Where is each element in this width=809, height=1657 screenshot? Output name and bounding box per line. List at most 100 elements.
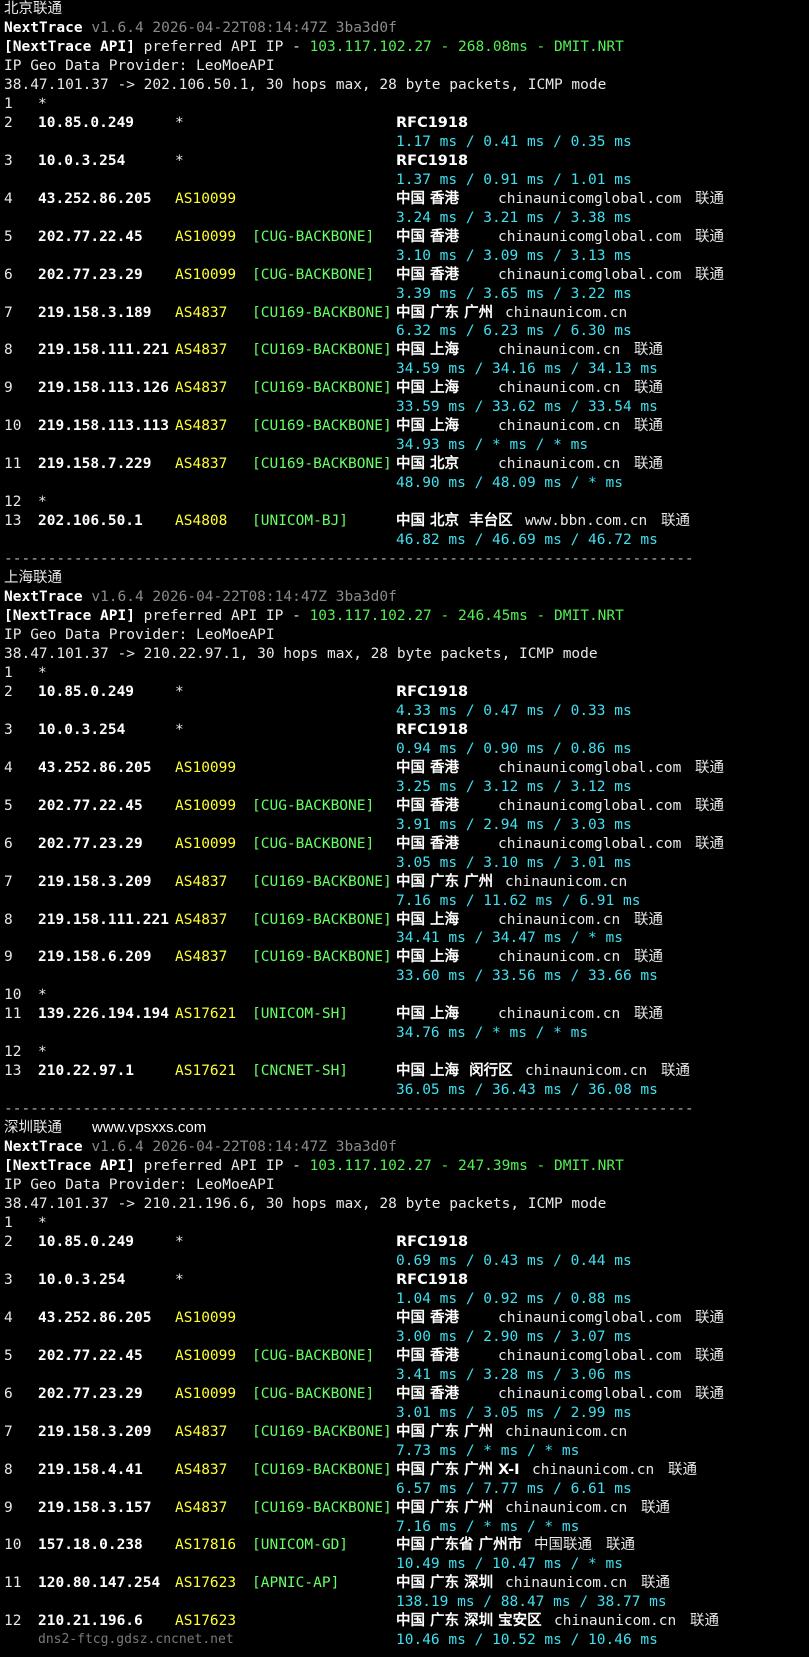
hop-row: 9 219.158.113.126 AS4837 [CU169-BACKBONE] 中国…: [4, 379, 809, 398]
hop-rtt-row: 0.69 ms / 0.43 ms / 0.44 ms: [4, 1252, 809, 1271]
hop-rtt: 34.41 ms / 34.47 ms / * ms: [396, 930, 623, 947]
hop-isp: 联通: [695, 190, 724, 207]
api-prefix: [NextTrace API]: [4, 608, 135, 624]
hop-geo: 中国 香港: [396, 1309, 460, 1326]
hop-domain: chinaunicomglobal.com: [498, 759, 682, 776]
hop-ip: 10.85.0.249: [38, 114, 135, 131]
hop-ip: 120.80.147.254: [38, 1575, 161, 1592]
hop-timeout: *: [38, 1044, 47, 1061]
hop-geo: RFC1918: [396, 1233, 469, 1250]
hop-ip: 10.0.3.254: [38, 721, 126, 738]
hop-geo: 中国 北京: [396, 456, 460, 473]
hop-geo: 中国 上海: [396, 418, 460, 435]
hop-row: 3 10.0.3.254 * RFC1918: [4, 1271, 809, 1290]
hop-number: 5: [4, 1347, 13, 1364]
hop-domain: chinaunicom.cn: [498, 380, 621, 397]
api-sep: -: [527, 608, 555, 624]
route-summary: 38.47.101.37 -> 210.22.97.1, 30 hops max…: [4, 645, 598, 662]
hop-geo: 中国 香港: [396, 266, 460, 283]
hop-geo: 中国 香港: [396, 1385, 460, 1402]
hop-isp: 联通: [695, 228, 724, 245]
hop-rtt-row: 33.59 ms / 33.62 ms / 33.54 ms: [4, 398, 809, 417]
hop-geo: 中国 香港: [396, 797, 460, 814]
hop-number: 1: [4, 664, 13, 681]
hop-number: 7: [4, 304, 13, 321]
hop-number: 12: [4, 1613, 22, 1630]
hop-isp: 联通: [641, 1499, 670, 1516]
hop-rtt-row: 46.82 ms / 46.69 ms / 46.72 ms: [4, 531, 809, 550]
hop-rtt-row: 33.60 ms / 33.56 ms / 33.66 ms: [4, 967, 809, 986]
hop-rtt-row: 1.17 ms / 0.41 ms / 0.35 ms: [4, 133, 809, 152]
api-line: [NextTrace API] preferred API IP - 103.1…: [4, 1157, 809, 1176]
hop-tag: [CU169-BACKBONE]: [252, 1499, 392, 1516]
hop-isp: 联通: [695, 797, 724, 814]
hop-rtt: 33.59 ms / 33.62 ms / 33.54 ms: [396, 399, 658, 416]
hop-row: 8 219.158.111.221 AS4837 [CU169-BACKBONE] 中国…: [4, 911, 809, 930]
hop-rtt-row: 3.25 ms / 3.12 ms / 3.12 ms: [4, 778, 809, 797]
hop-number: 7: [4, 1423, 13, 1440]
hop-domain: chinaunicom.cn: [498, 911, 621, 928]
hop-row: 3 10.0.3.254 * RFC1918: [4, 152, 809, 171]
api-text: preferred API IP -: [134, 38, 310, 55]
hop-ip: 43.252.86.205: [38, 759, 152, 776]
hop-domain: chinaunicom.cn: [498, 418, 621, 435]
hop-number: 3: [4, 721, 13, 738]
hop-rtt-row: 1.37 ms / 0.91 ms / 1.01 ms: [4, 171, 809, 190]
hop-timeout: *: [38, 987, 47, 1004]
hop-number: 1: [4, 95, 13, 112]
hop-asn: AS4837: [175, 911, 228, 928]
hop-row: 4 43.252.86.205 AS10099 中国 香港 chinaunicomglo…: [4, 190, 809, 209]
hop-geo: 中国 广东省 广州市: [396, 1537, 523, 1554]
hop-isp: 联通: [695, 1309, 724, 1326]
hop-asn: *: [175, 683, 184, 700]
hop-rtt: 3.25 ms / 3.12 ms / 3.12 ms: [396, 778, 632, 795]
hop-asn: AS4837: [175, 1499, 228, 1516]
hop-number: 11: [4, 1006, 22, 1023]
hop-number: 8: [4, 342, 13, 359]
hop-tag: [CU169-BACKBONE]: [252, 418, 392, 435]
hop-isp: 联通: [695, 1347, 724, 1364]
tool-name: NextTrace: [4, 589, 83, 606]
hop-geo: 中国 广东 广州: [396, 304, 494, 321]
hop-number: 6: [4, 266, 13, 283]
hop-isp: 联通: [634, 418, 663, 435]
api-ip: 103.117.102.27: [309, 38, 432, 55]
hop-ip: 43.252.86.205: [38, 190, 152, 207]
hop-geo: 中国 上海: [396, 380, 460, 397]
hop-asn: AS17623: [175, 1575, 237, 1592]
hop-rtt: 3.10 ms / 3.09 ms / 3.13 ms: [396, 247, 632, 264]
hop-row: 1 *: [4, 1214, 809, 1233]
hop-domain: chinaunicom.cn: [498, 949, 621, 966]
hop-geo: RFC1918: [396, 152, 469, 169]
hop-rtt-row: 36.05 ms / 36.43 ms / 36.08 ms: [4, 1081, 809, 1100]
hop-row: 11 120.80.147.254 AS17623 [APNIC-AP] 中国 广东 深…: [4, 1574, 809, 1593]
hop-tag: [CU169-BACKBONE]: [252, 342, 392, 359]
api-line-content: [NextTrace API] preferred API IP - 103.1…: [4, 38, 624, 57]
hop-row: 7 219.158.3.209 AS4837 [CU169-BACKBONE] 中国 广…: [4, 1423, 809, 1442]
hop-rtt: 3.24 ms / 3.21 ms / 3.38 ms: [396, 209, 632, 226]
hop-tag: [APNIC-AP]: [252, 1575, 340, 1592]
hop-rtt-row: 3.41 ms / 3.28 ms / 3.06 ms: [4, 1366, 809, 1385]
hop-tag: [CUG-BACKBONE]: [252, 835, 375, 852]
separator-line: ----------------------------------------…: [4, 1101, 694, 1118]
hop-geo: 中国 广东 广州: [396, 873, 494, 890]
hop-asn: AS10099: [175, 1309, 237, 1326]
tool-version: v1.6.4 2026-04-22T08:14:47Z 3ba3d0f: [91, 1139, 397, 1156]
hop-row: 10 157.18.0.238 AS17816 [UNICOM-GD] 中国 广东省 广…: [4, 1536, 809, 1555]
route-summary: 38.47.101.37 -> 202.106.50.1, 30 hops ma…: [4, 76, 607, 93]
hop-isp: 联通: [695, 835, 724, 852]
hop-rtt-row: 1.04 ms / 0.92 ms / 0.88 ms: [4, 1290, 809, 1309]
hop-geo: 中国 广东 深圳 宝安区: [396, 1613, 542, 1630]
hop-geo: 中国 上海: [396, 342, 460, 359]
hop-asn: AS10099: [175, 1385, 237, 1402]
hop-geo: RFC1918: [396, 683, 469, 700]
hop-asn: *: [175, 721, 184, 738]
hop-isp: 联通: [695, 1385, 724, 1402]
hop-domain: chinaunicom.cn: [554, 1613, 677, 1630]
hop-number: 10: [4, 987, 22, 1004]
hop-domain: chinaunicom.cn: [532, 1461, 655, 1478]
hop-tag: [CUG-BACKBONE]: [252, 1385, 375, 1402]
hop-ip: 219.158.3.157: [38, 1499, 152, 1516]
hop-isp: 联通: [661, 1063, 690, 1080]
watermark-text: www.vpsxxs.com: [92, 1119, 207, 1137]
